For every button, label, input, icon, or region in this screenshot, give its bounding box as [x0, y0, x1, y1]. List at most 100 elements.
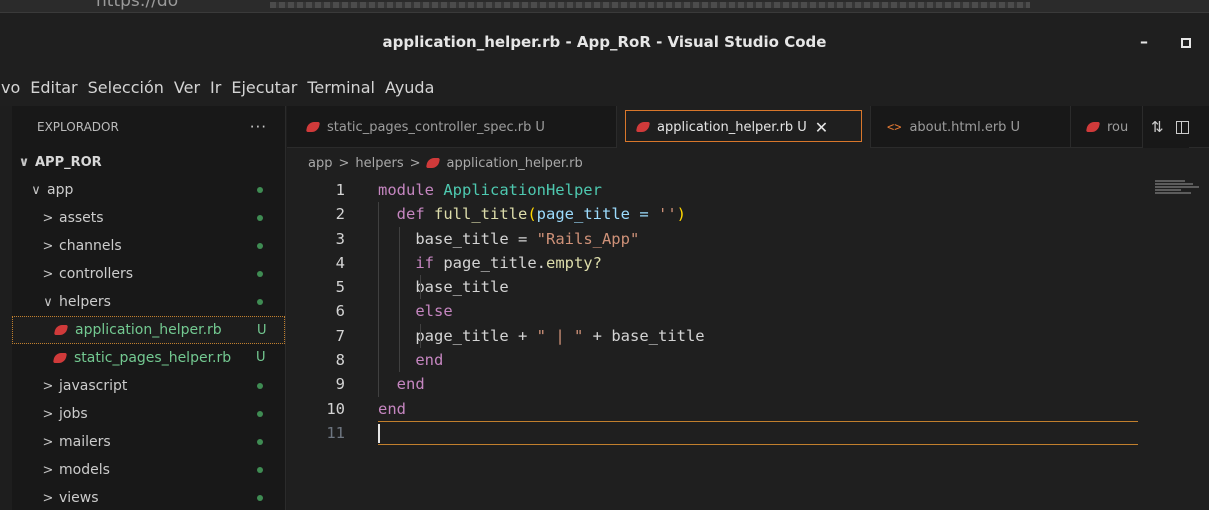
- tree-label: javascript: [59, 378, 128, 394]
- string: " | ": [536, 326, 584, 345]
- line-number: 9: [335, 375, 345, 394]
- keyword: else: [415, 302, 453, 321]
- breadcrumb: app > helpers > application_helper.rb: [287, 148, 1209, 178]
- breadcrumb-helpers[interactable]: helpers: [355, 156, 403, 171]
- menu-bar: vo Editar Selección Ver Ir Ejecutar Term…: [0, 68, 1209, 106]
- code-line-4: if page_title.empty?: [378, 250, 1138, 276]
- keyword: end: [378, 399, 406, 418]
- modified-dot: [257, 439, 263, 445]
- tree-folder-mailers[interactable]: > mailers: [12, 428, 285, 456]
- chevron-right-icon: >: [42, 434, 54, 450]
- tree-folder-jobs[interactable]: > jobs: [12, 400, 285, 428]
- maximize-button[interactable]: [1181, 38, 1191, 48]
- bracket: ): [676, 205, 687, 224]
- tree-folder-app[interactable]: ∨ app: [12, 176, 285, 204]
- line-number: 2: [335, 205, 345, 224]
- tab-application-helper[interactable]: application_helper.rb U ✕: [617, 106, 871, 148]
- line-number: 11: [326, 423, 345, 442]
- minimize-button[interactable]: –: [1140, 34, 1154, 50]
- indent-guide: [378, 372, 379, 397]
- tree-root-app-ror[interactable]: ∨ APP_ROR: [12, 148, 285, 176]
- minimap[interactable]: [1155, 180, 1199, 200]
- code-line-10: end: [378, 397, 1138, 421]
- code-text: base_title: [415, 278, 509, 297]
- code-lines: module ApplicationHelper def full_title(…: [378, 178, 1138, 445]
- breadcrumb-app[interactable]: app: [308, 156, 332, 171]
- line-number: 5: [335, 278, 345, 297]
- line-number: 7: [335, 326, 345, 345]
- tree-folder-javascript[interactable]: > javascript: [12, 372, 285, 400]
- class-name: ApplicationHelper: [443, 181, 602, 199]
- breadcrumb-file[interactable]: application_helper.rb: [447, 156, 583, 171]
- tree-folder-helpers[interactable]: ∨ helpers: [12, 288, 285, 316]
- ruby-file-icon: [305, 122, 321, 132]
- tab-routes[interactable]: rou: [1071, 106, 1143, 148]
- tree-file-static-pages-helper[interactable]: static_pages_helper.rb U: [12, 344, 285, 372]
- parameter: page_title =: [536, 205, 658, 224]
- ruby-file-icon: [1085, 122, 1101, 132]
- code-line-3: base_title = "Rails_App": [378, 226, 1138, 251]
- tab-about-html-erb[interactable]: <> about.html.erb U: [871, 106, 1071, 148]
- source-control-icon[interactable]: ⇅: [1151, 118, 1164, 136]
- menu-edit[interactable]: Editar: [25, 78, 82, 97]
- text-cursor: [378, 424, 380, 443]
- tree-label: app: [47, 182, 74, 198]
- keyword: module: [378, 181, 444, 199]
- explorer-sidebar: EXPLORADOR ··· ∨ APP_ROR ∨ app > assets …: [12, 106, 286, 510]
- untracked-badge: U: [256, 350, 266, 365]
- modified-dot: [257, 383, 263, 389]
- code-editor[interactable]: 1 2 3 4 5 6 7 8 9 10 11 module Applicati…: [287, 178, 1209, 510]
- untracked-badge: U: [535, 119, 545, 135]
- indent-guide: [399, 226, 400, 251]
- tree-label: views: [59, 490, 99, 506]
- line-number: 3: [335, 229, 345, 248]
- indent-guide: [378, 299, 379, 324]
- chevron-right-icon: >: [42, 406, 54, 422]
- chevron-right-icon: >: [338, 155, 350, 171]
- indent-guide: [378, 226, 379, 251]
- line-number: 1: [335, 181, 345, 199]
- bracket: (: [527, 205, 537, 224]
- menu-selection[interactable]: Selección: [83, 78, 169, 97]
- more-actions-icon[interactable]: ···: [250, 118, 267, 136]
- tree-label: jobs: [59, 406, 88, 422]
- indent-guide: [420, 323, 421, 349]
- menu-file[interactable]: vo: [0, 78, 25, 97]
- line-number-gutter: 1 2 3 4 5 6 7 8 9 10 11: [287, 178, 359, 445]
- tree-label: mailers: [59, 434, 111, 450]
- menu-run[interactable]: Ejecutar: [226, 78, 302, 97]
- browser-url[interactable]: https://do: [96, 0, 178, 11]
- code-line-5: base_title: [378, 275, 1138, 300]
- tree-label: application_helper.rb: [75, 322, 222, 338]
- explorer-title: EXPLORADOR: [37, 120, 119, 134]
- tree-folder-views[interactable]: > views: [12, 484, 285, 510]
- line-number: 4: [335, 253, 345, 272]
- tree-folder-controllers[interactable]: > controllers: [12, 260, 285, 288]
- window-title: application_helper.rb - App_RoR - Visual…: [382, 33, 827, 51]
- html-file-icon: <>: [887, 120, 902, 134]
- tab-static-pages-controller-spec[interactable]: static_pages_controller_spec.rb U: [287, 106, 617, 148]
- tree-file-application-helper[interactable]: application_helper.rb U: [12, 316, 285, 344]
- chevron-right-icon: >: [42, 378, 54, 394]
- indent-guide: [399, 250, 400, 276]
- indent-guide: [399, 275, 400, 300]
- chevron-right-icon: >: [42, 462, 54, 478]
- tree-folder-channels[interactable]: > channels: [12, 232, 285, 260]
- menu-go[interactable]: Ir: [205, 78, 226, 97]
- split-editor-icon[interactable]: [1175, 120, 1189, 134]
- menu-terminal[interactable]: Terminal: [302, 78, 380, 97]
- tree-folder-assets[interactable]: > assets: [12, 204, 285, 232]
- menu-help[interactable]: Ayuda: [380, 78, 439, 97]
- untracked-badge: U: [1010, 119, 1020, 135]
- tree-folder-models[interactable]: > models: [12, 456, 285, 484]
- indent-guide: [420, 275, 421, 300]
- indent-guide: [378, 348, 379, 373]
- indent-guide: [399, 323, 400, 349]
- indent-guide: [399, 299, 400, 324]
- modified-dot: [257, 187, 263, 193]
- chevron-down-icon: ∨: [18, 154, 30, 170]
- modified-dot: [257, 495, 263, 501]
- menu-view[interactable]: Ver: [169, 78, 205, 97]
- indent-guide: [378, 275, 379, 300]
- code-line-6: else: [378, 299, 1138, 324]
